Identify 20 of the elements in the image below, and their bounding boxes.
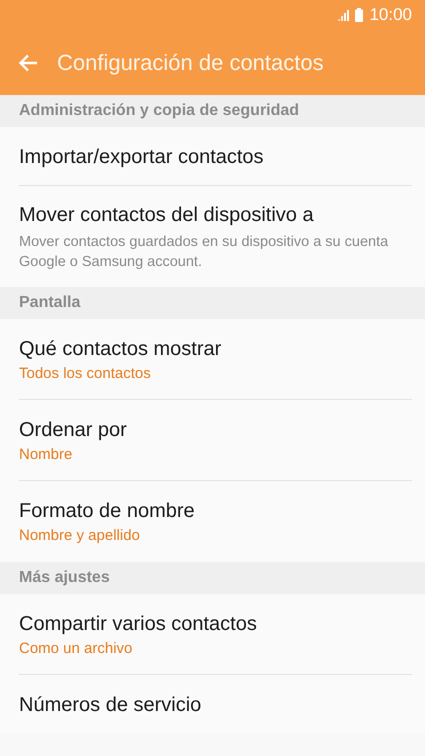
item-value: Nombre y apellido [19, 526, 141, 546]
item-title: Mover contactos del dispositivo a [19, 202, 315, 228]
back-icon[interactable] [18, 54, 38, 72]
item-title: Compartir varios contactos [19, 612, 258, 636]
item-title: Qué contactos mostrar [19, 336, 222, 362]
item-title: Ordenar por [19, 418, 128, 442]
status-time: 10:00 [369, 4, 412, 26]
signal-icon [338, 10, 352, 20]
item-value: Como un archivo [19, 638, 134, 658]
item-title: Números de servicio [19, 692, 202, 718]
battery-icon [355, 8, 364, 22]
section-header: Más ajustes [19, 568, 110, 588]
item-value: Nombre [19, 444, 74, 464]
item-description: Mover contactos guardados en su dispositivo a su cuenta Google o Samsung account. [19, 232, 390, 272]
section-header: Administración y copia de seguridad [19, 101, 300, 121]
item-title: Formato de nombre [19, 498, 196, 524]
section-header: Pantalla [19, 293, 80, 313]
item-title: Importar/exportar contactos [19, 144, 265, 170]
item-value: Todos los contactos [19, 364, 152, 384]
screen-title: Configuración de contactos [57, 49, 324, 77]
